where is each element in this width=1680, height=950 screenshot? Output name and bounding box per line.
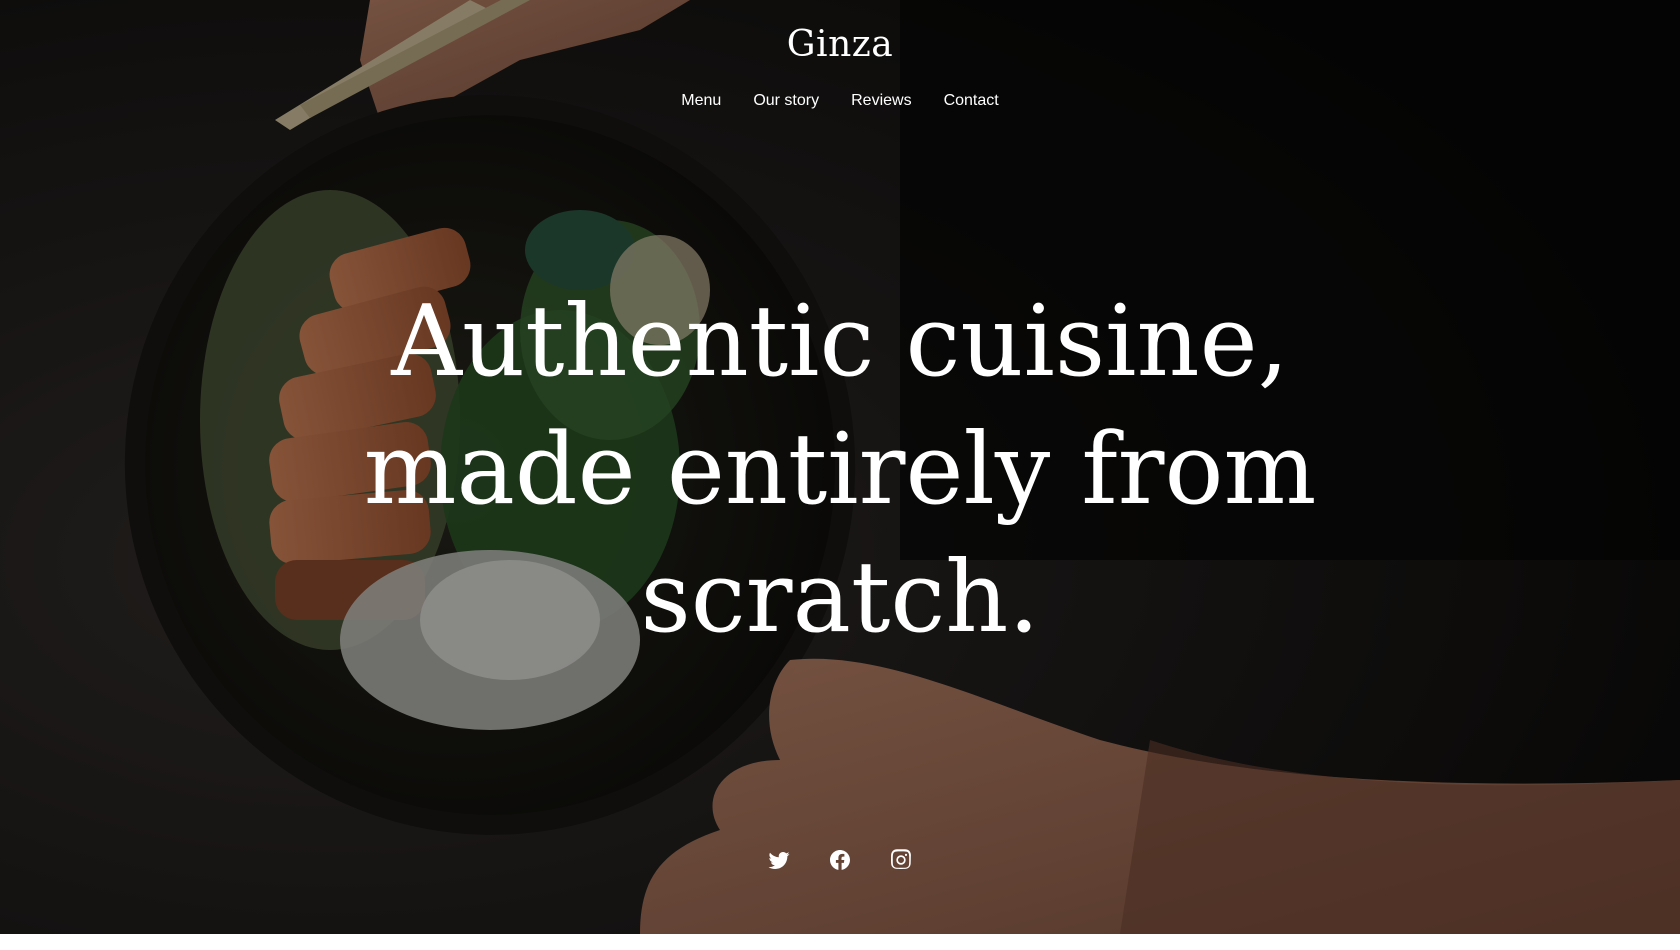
social-links xyxy=(0,848,1680,872)
instagram-icon[interactable] xyxy=(889,848,913,872)
page-bottom-edge xyxy=(0,934,1680,950)
hero-headline-line-2: made entirely from xyxy=(363,413,1317,527)
site-brand-logo[interactable]: Ginza xyxy=(0,24,1680,65)
nav-item-reviews[interactable]: Reviews xyxy=(851,92,911,110)
main-nav: Menu Our story Reviews Contact xyxy=(0,92,1680,110)
nav-item-menu[interactable]: Menu xyxy=(681,92,721,110)
hero-headline-line-3: scratch. xyxy=(640,541,1040,655)
hero-headline-line-1: Authentic cuisine, xyxy=(391,285,1289,399)
nav-item-our-story[interactable]: Our story xyxy=(753,92,819,110)
hero-headline: Authentic cuisine, made entirely from sc… xyxy=(290,278,1390,662)
facebook-icon[interactable] xyxy=(828,848,852,872)
twitter-icon[interactable] xyxy=(767,848,791,872)
nav-item-contact[interactable]: Contact xyxy=(944,92,999,110)
hero-section: Ginza Menu Our story Reviews Contact Aut… xyxy=(0,0,1680,934)
